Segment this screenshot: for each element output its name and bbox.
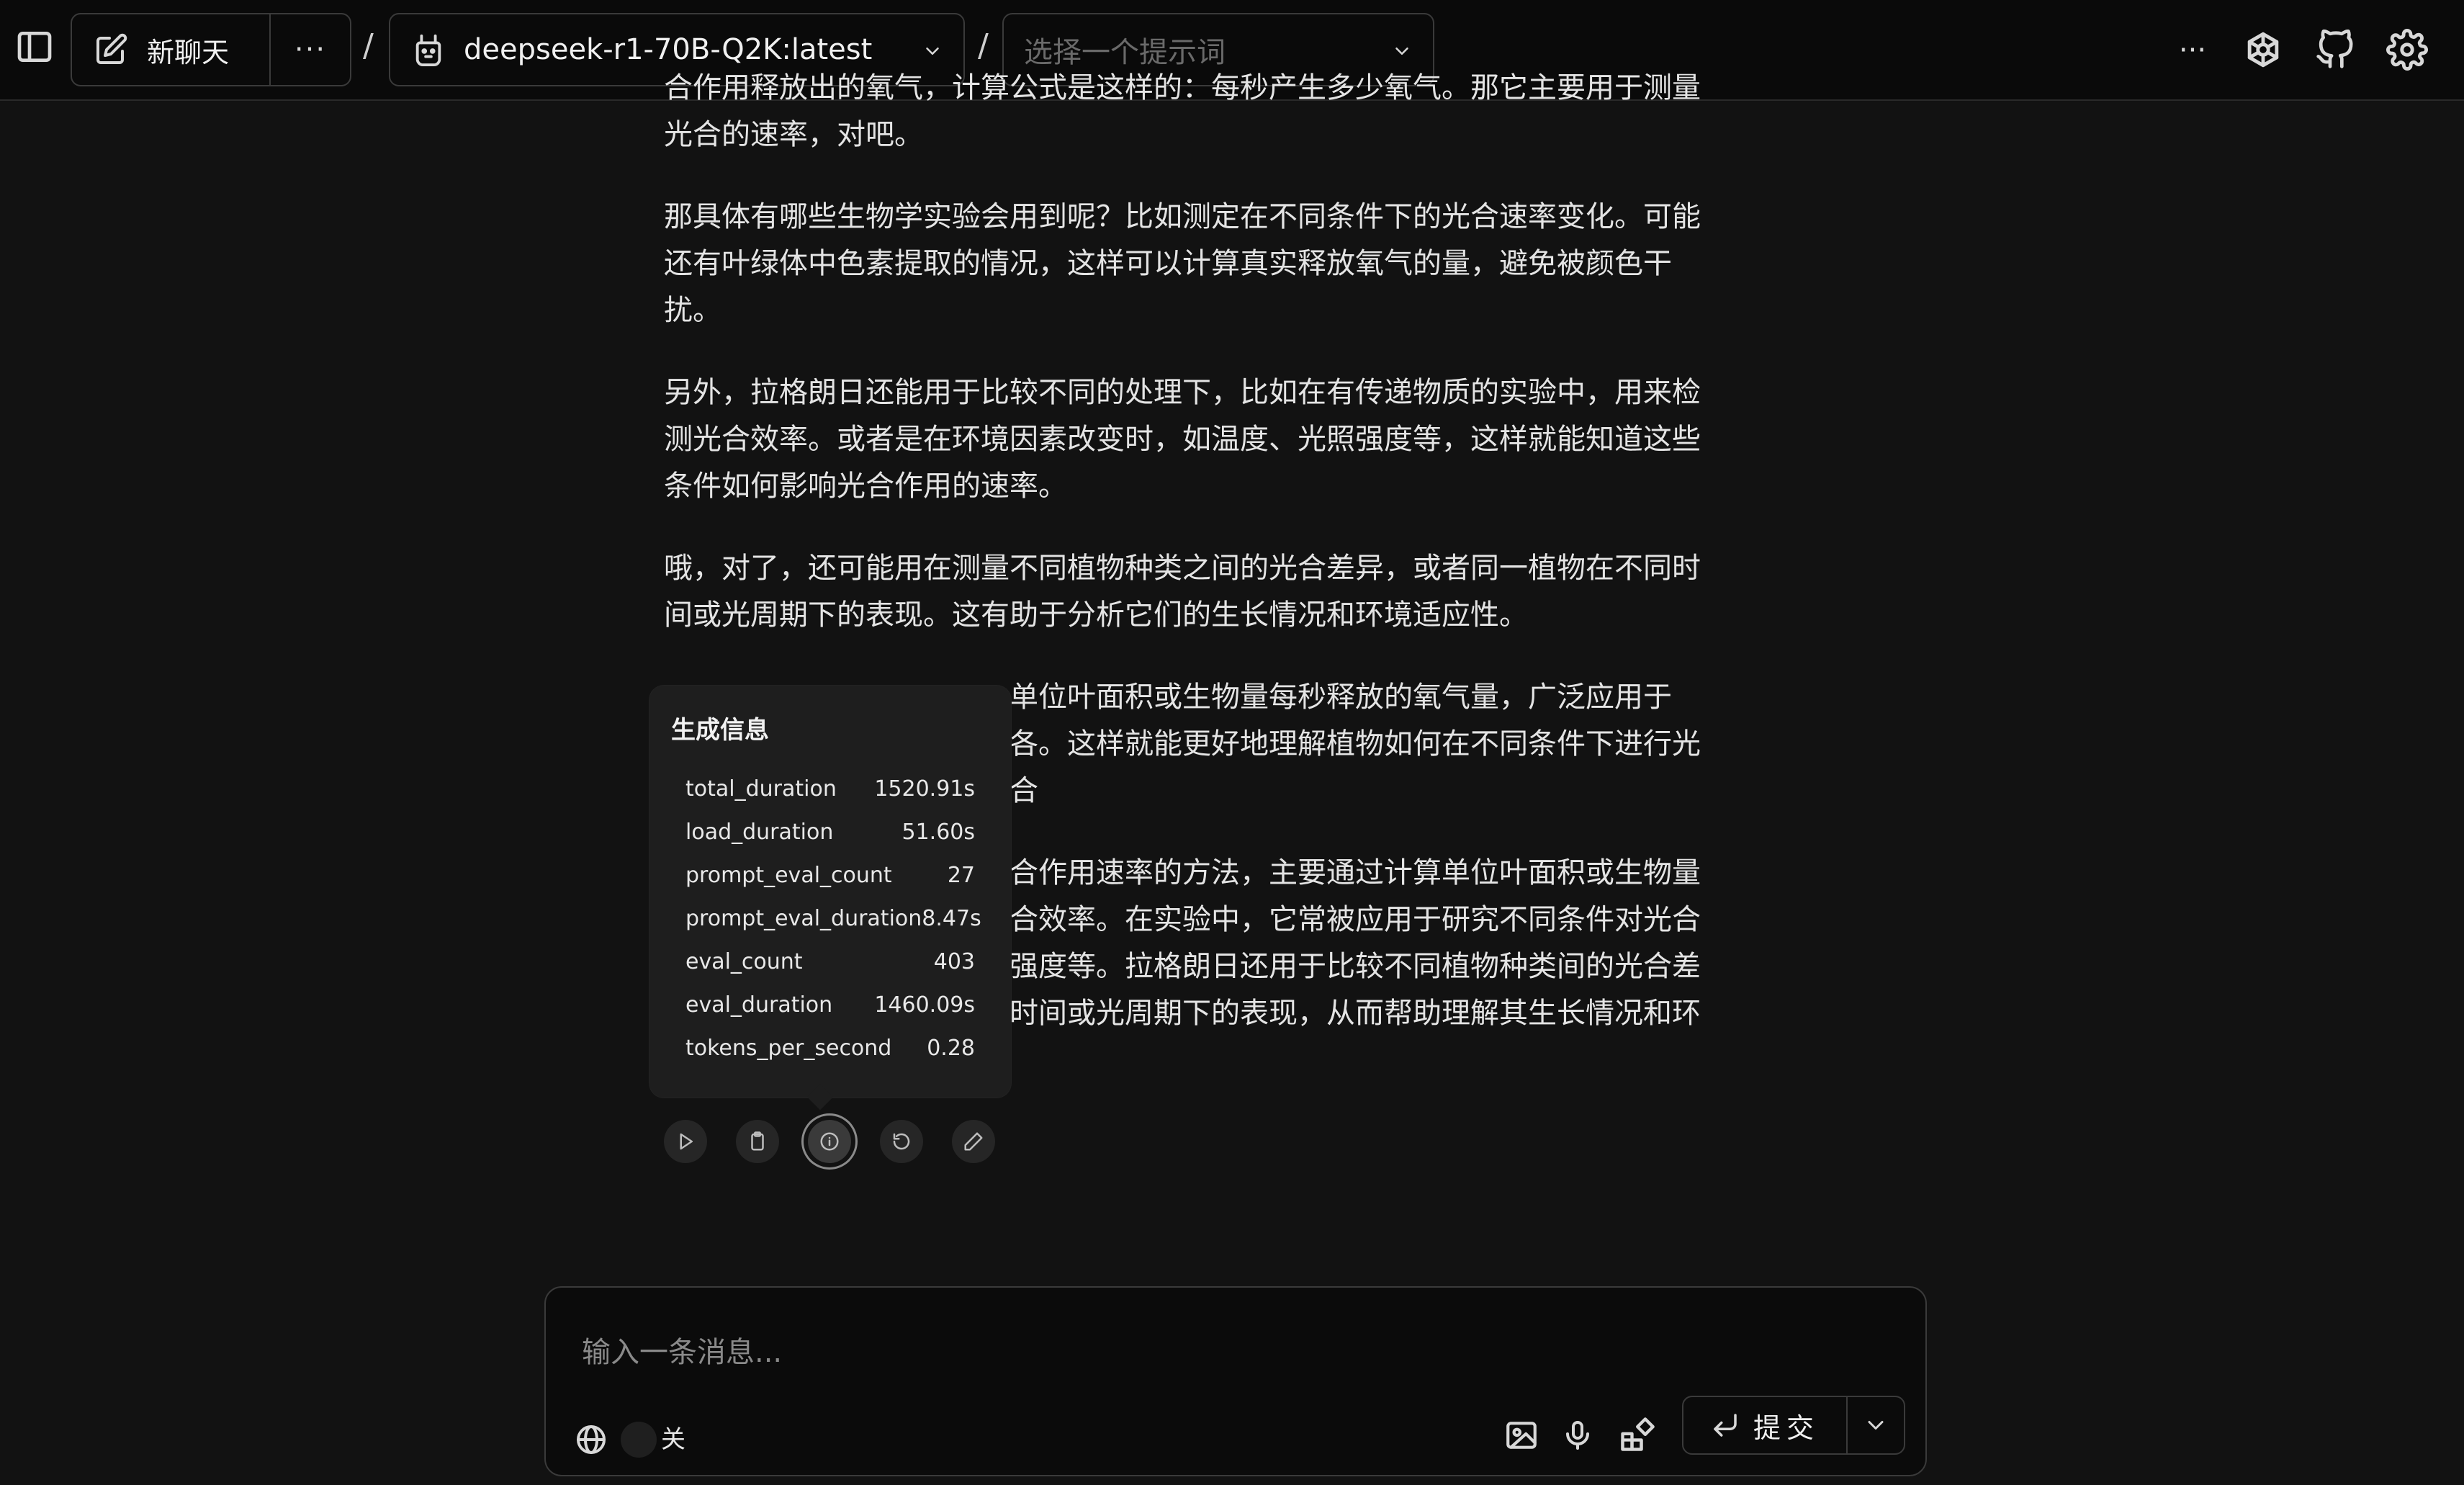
github-button[interactable] [2311,26,2359,73]
info-row: tokens_per_second 0.28 [671,1026,989,1069]
popover-arrow [806,1083,834,1111]
voice-input-button[interactable] [1554,1412,1601,1459]
info-row: eval_duration 1460.09s [671,983,989,1026]
breadcrumb-separator: / [363,27,374,64]
llama-icon [415,34,441,67]
web-search-toggle[interactable] [621,1422,657,1458]
message-paragraph: 合作用释放出的氧气，计算公式是这样的：每秒产生多少氧气。那它主要用于测量光合的速… [664,71,1701,151]
info-key: eval_count [685,948,803,974]
toggle-state-label: 关 [661,1425,685,1454]
info-value: 27 [947,862,975,888]
info-key: tokens_per_second [685,1035,892,1061]
new-chat-label: 新聊天 [147,36,230,68]
submit-group: 提交 [1682,1396,1905,1455]
breadcrumb-separator-2: / [978,27,989,64]
apps-icon [1621,1417,1655,1451]
sidebar-toggle-icon [17,32,52,62]
info-key: prompt_eval_duration [685,905,922,931]
info-value: 1520.91s [874,776,975,802]
info-value: 0.28 [927,1035,975,1061]
microphone-icon [1566,1421,1589,1450]
generation-info-button[interactable] [808,1120,851,1163]
info-key: eval_duration [685,992,833,1018]
message-actions [664,1120,995,1163]
read-aloud-button[interactable] [664,1120,707,1163]
info-row: prompt_eval_duration 8.47s [671,897,989,940]
copy-button[interactable] [736,1120,779,1163]
refresh-icon [893,1133,910,1150]
openai-icon [2247,32,2279,68]
info-value: 51.60s [901,819,975,845]
submit-options-button[interactable] [1848,1397,1904,1453]
enter-icon [1714,1414,1737,1437]
gear-icon [2386,29,2428,71]
message-paragraph: 另外，拉格朗日还能用于比较不同的处理下，比如在有传递物质的实验中，用来检测光合效… [664,376,1701,503]
info-key: total_duration [685,776,837,802]
openai-button[interactable] [2239,26,2287,73]
clipboard-icon [751,1131,764,1151]
chevron-down-icon [1868,1421,1884,1430]
submit-label: 提交 [1753,1412,1820,1444]
info-key: prompt_eval_count [685,862,892,888]
chat-more-button[interactable]: ··· [271,14,350,85]
chevron-down-icon [926,48,939,55]
new-chat-button[interactable]: 新聊天 [72,14,271,85]
popover-title: 生成信息 [671,716,769,745]
info-row: prompt_eval_count 27 [671,853,989,897]
image-upload-button[interactable] [1498,1412,1545,1459]
message-paragraph: 哦，对了，还可能用在测量不同植物种类之间的光合差异，或者同一植物在不同时间或光周… [664,552,1701,632]
message-paragraph: 那具体有哪些生物学实验会用到呢？比如测定在不同条件下的光合速率变化。可能还有叶绿… [664,200,1701,327]
chevron-down-icon [1395,48,1408,55]
info-icon [820,1132,839,1151]
message-input[interactable] [582,1331,1878,1374]
edit-message-button[interactable] [952,1120,995,1163]
submit-button[interactable]: 提交 [1683,1397,1848,1453]
chat-group: 新聊天 ··· [71,13,351,86]
globe-icon [577,1425,606,1454]
model-name: deepseek-r1-70B-Q2K:latest [464,33,873,66]
message-composer: 关 提交 [544,1286,1927,1476]
info-row: load_duration 51.60s [671,810,989,853]
image-icon [1506,1422,1537,1449]
play-icon [680,1133,693,1150]
settings-button[interactable] [2383,26,2431,73]
info-row: eval_count 403 [671,940,989,983]
sidebar-toggle-button[interactable] [13,22,56,72]
info-value: 403 [933,948,975,974]
edit-icon [96,33,127,64]
generation-info-popover: 生成信息 total_duration 1520.91s load_duratio… [649,686,1011,1111]
info-value: 8.47s [922,905,981,931]
info-key: load_duration [685,819,834,845]
regenerate-button[interactable] [880,1120,923,1163]
pencil-icon [964,1132,983,1151]
info-value: 1460.09s [874,992,975,1018]
web-search-button[interactable] [567,1416,615,1463]
github-icon [2316,30,2353,68]
plugins-button[interactable] [1613,1412,1660,1459]
more-options-button[interactable]: ··· [2167,29,2218,72]
info-row: total_duration 1520.91s [671,767,989,810]
